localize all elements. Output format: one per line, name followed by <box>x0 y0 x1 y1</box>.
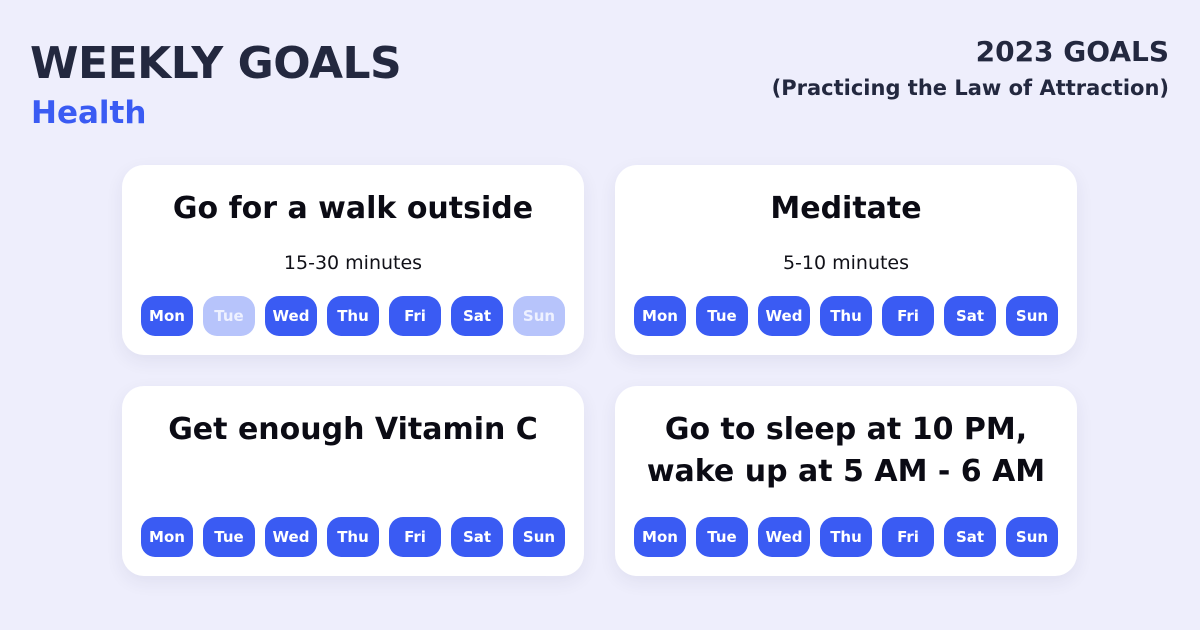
day-toggle-wed[interactable]: Wed <box>758 517 810 557</box>
day-toggle-thu[interactable]: Thu <box>327 517 379 557</box>
day-toggle-sat[interactable]: Sat <box>944 296 996 336</box>
day-toggle-tue[interactable]: Tue <box>203 296 255 336</box>
goal-title-line: Go to sleep at 10 PM, <box>664 412 1028 447</box>
goal-duration: 15-30 minutes <box>283 252 423 274</box>
day-toggle-mon[interactable]: Mon <box>634 296 686 336</box>
goal-title: Go to sleep at 10 PM, wake up at 5 AM - … <box>615 409 1077 493</box>
day-toggle-thu[interactable]: Thu <box>820 517 872 557</box>
day-toggle-sun[interactable]: Sun <box>1006 517 1058 557</box>
day-toggle-fri[interactable]: Fri <box>882 296 934 336</box>
day-toggle-sat[interactable]: Sat <box>451 517 503 557</box>
goal-card-sleep: Go to sleep at 10 PM, wake up at 5 AM - … <box>615 386 1077 576</box>
goal-title-line: Get enough Vitamin C <box>168 412 538 447</box>
goal-card-meditate: Meditate 5-10 minutes Mon Tue Wed Thu Fr… <box>615 165 1077 355</box>
day-toggle-mon[interactable]: Mon <box>141 517 193 557</box>
goal-title: Meditate <box>615 188 1077 230</box>
day-toggle-fri[interactable]: Fri <box>882 517 934 557</box>
day-toggle-sun[interactable]: Sun <box>1006 296 1058 336</box>
goal-title-line: Go for a walk outside <box>172 191 534 226</box>
goal-title-line: Meditate <box>770 191 922 226</box>
day-toggle-wed[interactable]: Wed <box>265 296 317 336</box>
day-toggle-thu[interactable]: Thu <box>327 296 379 336</box>
day-toggle-tue[interactable]: Tue <box>203 517 255 557</box>
goal-title-line: wake up at 5 AM - 6 AM <box>646 454 1046 489</box>
day-toggle-mon[interactable]: Mon <box>141 296 193 336</box>
goal-title: Go for a walk outside <box>122 188 584 230</box>
day-toggle-sat[interactable]: Sat <box>451 296 503 336</box>
day-toggle-tue[interactable]: Tue <box>696 517 748 557</box>
day-toggle-fri[interactable]: Fri <box>389 296 441 336</box>
day-selector: Mon Tue Wed Thu Fri Sat Sun <box>141 517 565 557</box>
day-toggle-sun[interactable]: Sun <box>513 296 565 336</box>
goal-duration: 5-10 minutes <box>782 252 910 274</box>
day-toggle-tue[interactable]: Tue <box>696 296 748 336</box>
goal-title: Get enough Vitamin C <box>122 409 584 451</box>
year-subtitle: (Practicing the Law of Attraction) <box>771 76 1169 100</box>
day-toggle-sun[interactable]: Sun <box>513 517 565 557</box>
goal-card-vitamin-c: Get enough Vitamin C Mon Tue Wed Thu Fri… <box>122 386 584 576</box>
day-selector: Mon Tue Wed Thu Fri Sat Sun <box>141 296 565 336</box>
goal-card-walk: Go for a walk outside 15-30 minutes Mon … <box>122 165 584 355</box>
page-title: WEEKLY GOALS <box>30 38 402 89</box>
day-selector: Mon Tue Wed Thu Fri Sat Sun <box>634 296 1058 336</box>
year-title: 2023 GOALS <box>975 35 1169 68</box>
page-subtitle: Health <box>31 95 147 131</box>
day-toggle-mon[interactable]: Mon <box>634 517 686 557</box>
day-toggle-sat[interactable]: Sat <box>944 517 996 557</box>
day-toggle-wed[interactable]: Wed <box>265 517 317 557</box>
day-toggle-thu[interactable]: Thu <box>820 296 872 336</box>
day-toggle-fri[interactable]: Fri <box>389 517 441 557</box>
day-selector: Mon Tue Wed Thu Fri Sat Sun <box>634 517 1058 557</box>
day-toggle-wed[interactable]: Wed <box>758 296 810 336</box>
